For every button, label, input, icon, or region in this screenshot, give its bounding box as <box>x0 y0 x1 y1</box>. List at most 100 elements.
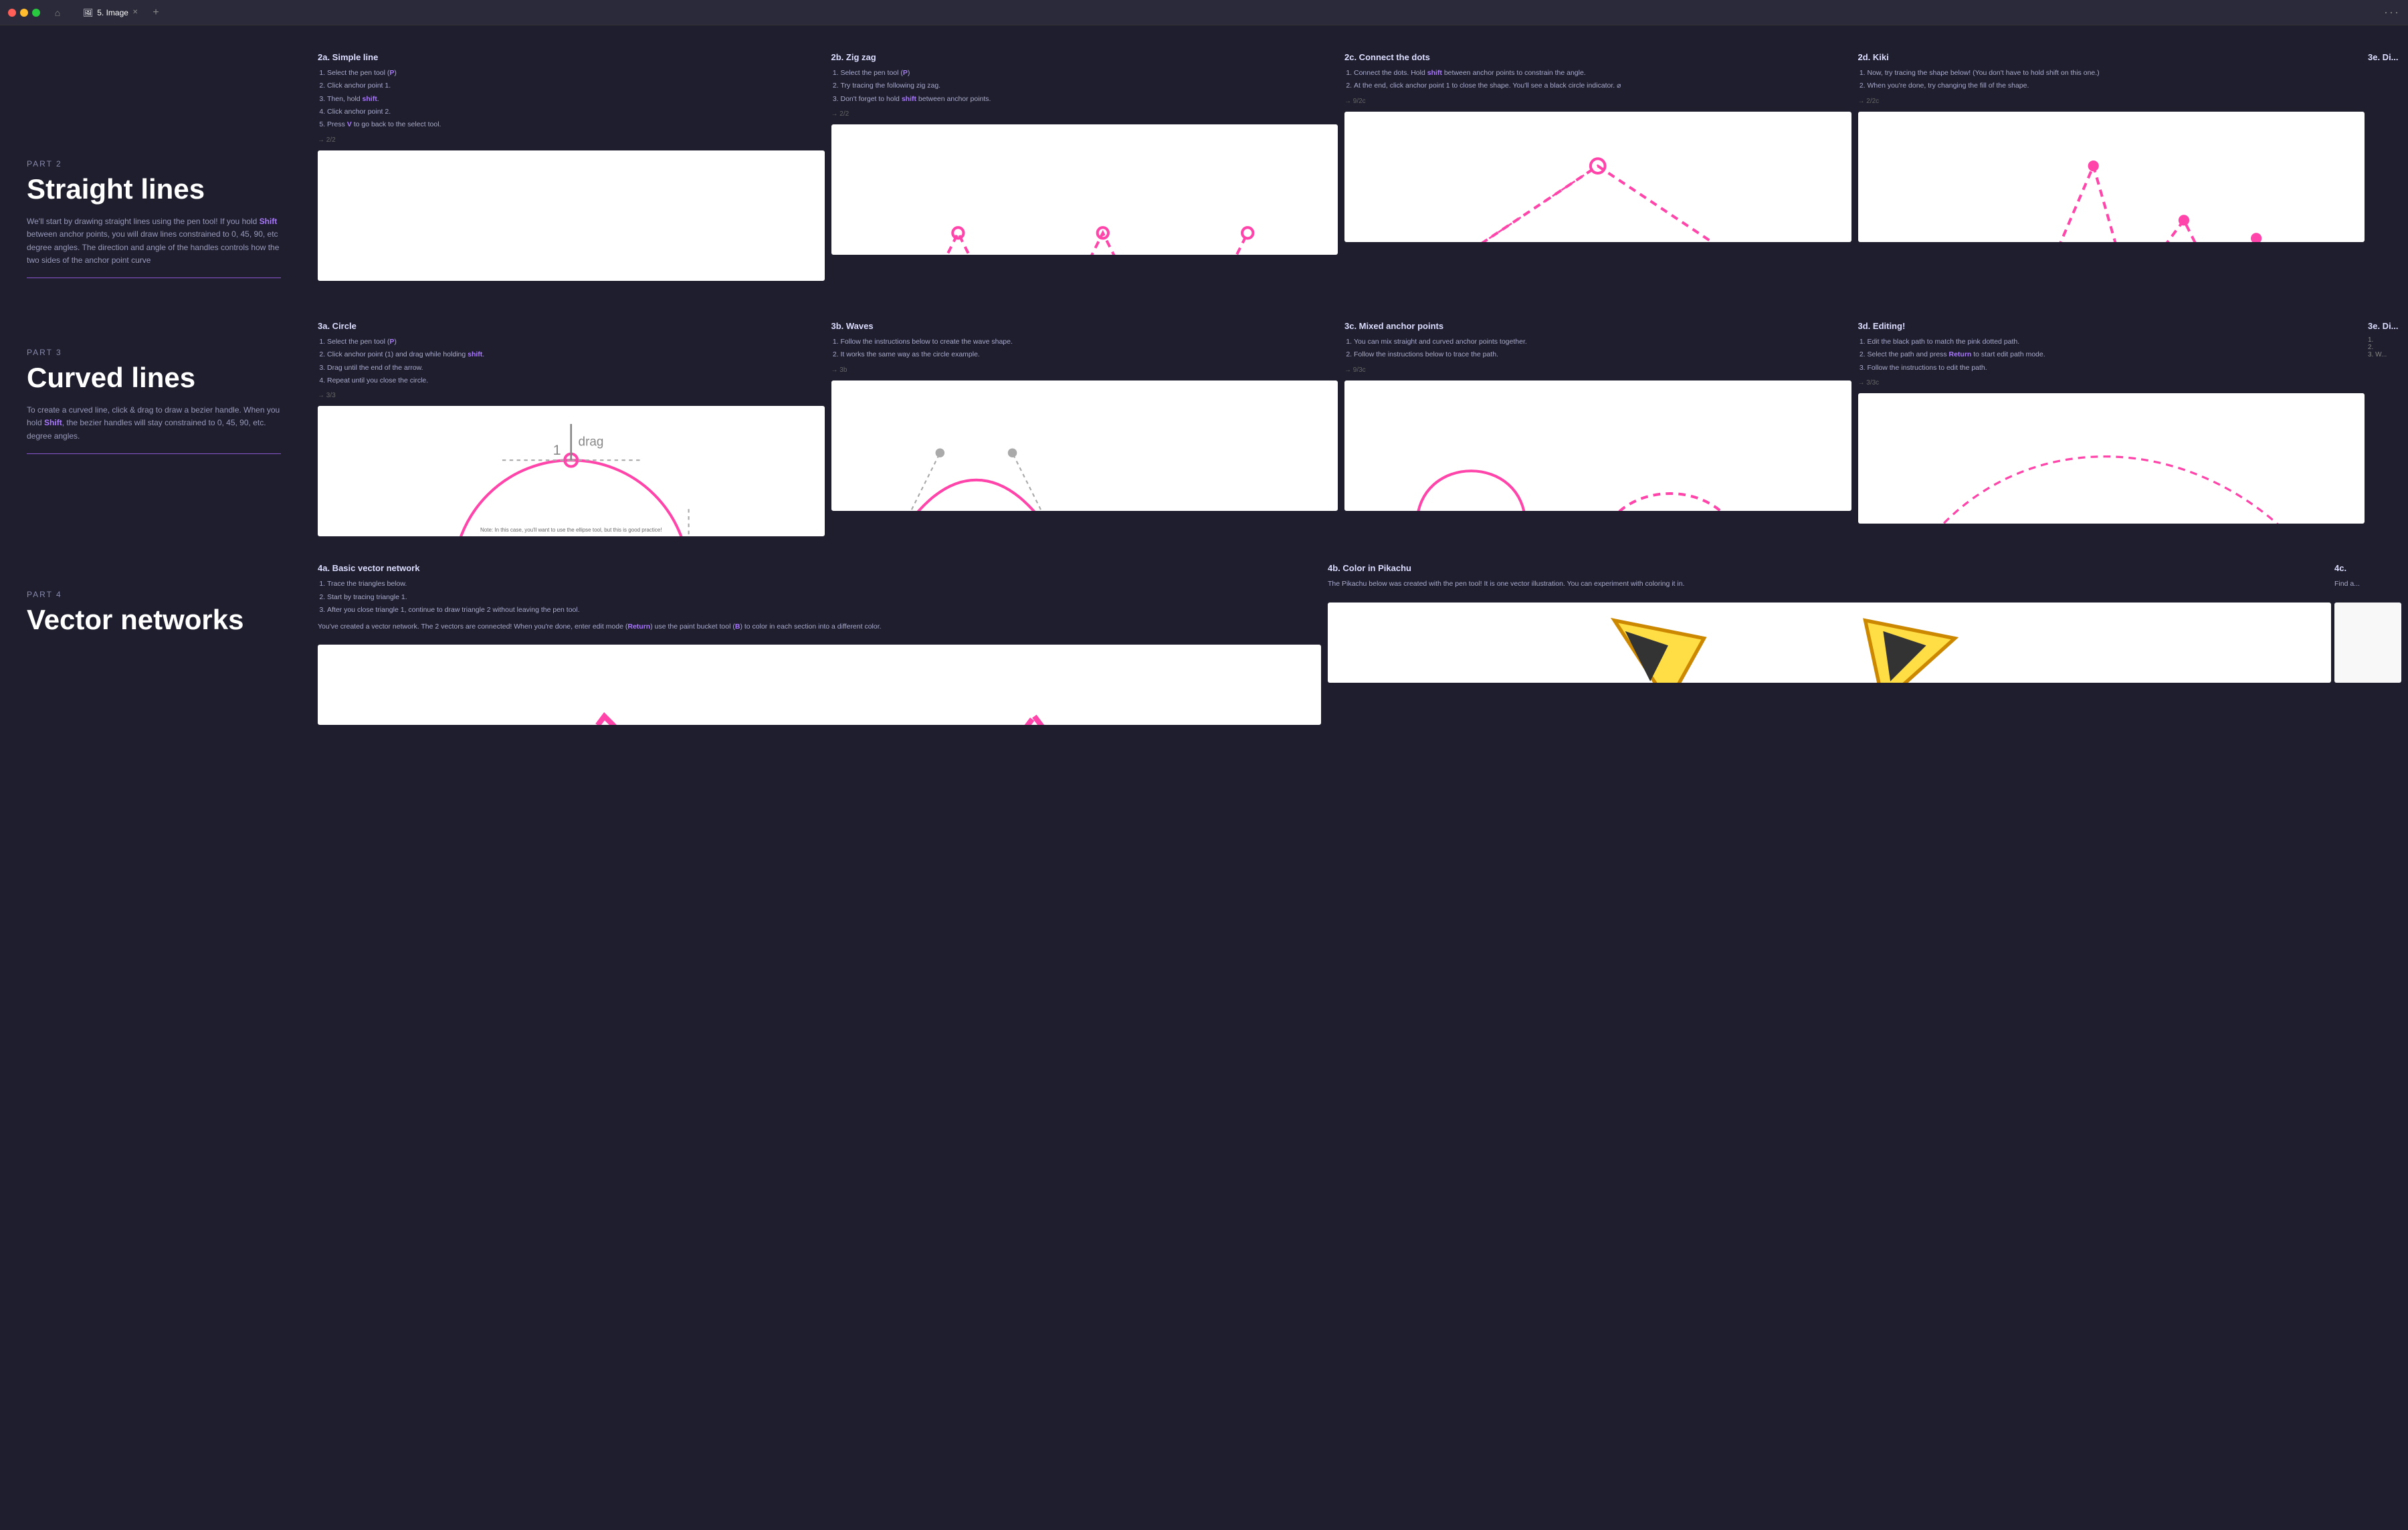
ex-3a-title: 3a. Circle <box>318 321 825 331</box>
ex-3e-title-partial: 3e. Di... <box>2368 52 2401 62</box>
vector-exercises: 4a. Basic vector network Trace the trian… <box>314 550 2401 725</box>
ex-3a-note: → 3/3 <box>318 392 825 399</box>
ex-2a-instructions: Select the pen tool (P) Click anchor poi… <box>318 68 825 131</box>
ex-3a-header: 3a. Circle Select the pen tool (P) Click… <box>318 308 825 406</box>
ex-3d-note: → 3/3c <box>1858 379 2365 387</box>
straight-desc: We'll start by drawing straight lines us… <box>27 215 281 267</box>
ex-2b-note: → 2/2 <box>831 110 1338 118</box>
ex-2d-instructions: Now, try tracing the shape below! (You d… <box>1858 68 2365 92</box>
ex-4b-card <box>1328 603 2331 683</box>
ex-4a-title: 4a. Basic vector network <box>318 563 1321 573</box>
ex-3c-note: → 9/3c <box>1344 366 1851 374</box>
ex-2d-title: 2d. Kiki <box>1858 52 2365 62</box>
tab-icon: 🖼 <box>83 8 93 17</box>
exercise-3c: 3c. Mixed anchor points You can mix stra… <box>1344 308 1851 511</box>
ex-4a-instructions: Trace the triangles below. Start by trac… <box>318 578 1321 616</box>
curved-desc: To create a curved line, click & drag to… <box>27 404 281 443</box>
curved-divider <box>27 453 281 454</box>
ex-4b-header: 4b. Color in Pikachu The Pikachu below w… <box>1328 550 2331 602</box>
close-button[interactable] <box>8 9 16 17</box>
exercise-3a: 3a. Circle Select the pen tool (P) Click… <box>318 308 825 536</box>
ex-3b-note: → 3b <box>831 366 1338 374</box>
ex-2c-header: 2c. Connect the dots Connect the dots. H… <box>1344 39 1851 112</box>
curved-part-label: PART 3 <box>27 348 281 357</box>
shift-key: Shift <box>260 217 278 226</box>
ex-3a-card: drag 1 Note: In this case, you'll want t… <box>318 406 825 536</box>
home-icon[interactable]: ⌂ <box>51 6 64 19</box>
ex-2b-title: 2b. Zig zag <box>831 52 1338 62</box>
straight-sidebar: PART 2 Straight lines We'll start by dra… <box>0 25 308 321</box>
ex-4a-card: 1 2 <box>318 645 1321 725</box>
ex-3c-header: 3c. Mixed anchor points You can mix stra… <box>1344 308 1851 380</box>
ex-3b-title: 3b. Waves <box>831 321 1338 331</box>
ex-2c-card <box>1344 112 1851 242</box>
minimize-button[interactable] <box>20 9 28 17</box>
ex-2d-card <box>1858 112 2365 242</box>
vector-networks-row: PART 4 Vector networks 4a. Basic vector … <box>0 550 2408 752</box>
vector-sidebar: PART 4 Vector networks <box>0 550 308 752</box>
ex-4b-para: The Pikachu below was created with the p… <box>1328 578 2331 590</box>
ex-2c-title: 2c. Connect the dots <box>1344 52 1851 62</box>
curved-content: 3a. Circle Select the pen tool (P) Click… <box>308 308 2408 550</box>
tab-close-icon[interactable]: ✕ <box>132 9 138 16</box>
page-wrapper: PART 2 Straight lines We'll start by dra… <box>0 25 2408 321</box>
exercise-3e-partial-curved: 3e. Di... 1. 2. 3. W... <box>2368 308 2401 365</box>
ex-3a-instructions: Select the pen tool (P) Click anchor poi… <box>318 336 825 387</box>
curved-sidebar: PART 3 Curved lines To create a curved l… <box>0 308 308 550</box>
ex-4c-card <box>2334 603 2401 683</box>
straight-exercises: 2a. Simple line Select the pen tool (P) … <box>314 39 2401 281</box>
ex-3c-title: 3c. Mixed anchor points <box>1344 321 1851 331</box>
new-tab-button[interactable]: + <box>148 5 163 20</box>
ex-3e-header-curved: 3e. Di... 1. 2. 3. W... <box>2368 308 2401 365</box>
ex-3c-card: Click & drag Click (1) Click (2) <box>1344 380 1851 511</box>
ex-2c-instructions: Connect the dots. Hold shift between anc… <box>1344 68 1851 92</box>
ex-3d-title: 3d. Editing! <box>1858 321 2365 331</box>
exercise-4c-partial: 4c. Find a... <box>2334 550 2401 725</box>
exercise-2a: 2a. Simple line Select the pen tool (P) … <box>318 39 825 281</box>
ex-2b-instructions: Select the pen tool (P) Try tracing the … <box>831 68 1338 105</box>
ex-2d-note: → 2/2c <box>1858 98 2365 105</box>
ex-4c-header: 4c. Find a... <box>2334 550 2401 602</box>
vector-part-label: PART 4 <box>27 590 281 599</box>
ex-2a-card: Click Point 1 Click again <box>318 150 825 281</box>
ex-2b-header: 2b. Zig zag Select the pen tool (P) Try … <box>831 39 1338 124</box>
ex-4b-title: 4b. Color in Pikachu <box>1328 563 2331 573</box>
exercise-2d: 2d. Kiki Now, try tracing the shape belo… <box>1858 39 2365 242</box>
maximize-button[interactable] <box>32 9 40 17</box>
active-tab[interactable]: 🖼 5. Image ✕ <box>75 5 146 21</box>
ex-2a-title: 2a. Simple line <box>318 52 825 62</box>
shift-key-2: Shift <box>44 418 62 427</box>
exercise-3e-partial: 3e. Di... <box>2368 39 2401 74</box>
exercise-2c: 2c. Connect the dots Connect the dots. H… <box>1344 39 1851 242</box>
exercise-3b: 3b. Waves Follow the instructions below … <box>831 308 1338 511</box>
browser-chrome: ⌂ 🖼 5. Image ✕ + ··· <box>0 0 2408 25</box>
ex-3e-header-partial: 3e. Di... <box>2368 39 2401 74</box>
straight-part-label: PART 2 <box>27 159 281 169</box>
curved-lines-row: PART 3 Curved lines To create a curved l… <box>0 308 2408 550</box>
svg-text:1: 1 <box>553 441 561 458</box>
exercise-2b: 2b. Zig zag Select the pen tool (P) Try … <box>831 39 1338 255</box>
curved-title: Curved lines <box>27 362 281 393</box>
straight-title: Straight lines <box>27 174 281 205</box>
ex-3d-instructions: Edit the black path to match the pink do… <box>1858 336 2365 374</box>
ex-3b-card: Anchor Anchor Anchor <box>831 380 1338 511</box>
ex-3d-header: 3d. Editing! Edit the black path to matc… <box>1858 308 2365 393</box>
ex-2a-header: 2a. Simple line Select the pen tool (P) … <box>318 39 825 150</box>
ex-3d-card: drag up drag up step right-click <box>1858 393 2365 524</box>
ex-4c-title: 4c. <box>2334 563 2401 573</box>
straight-lines-row: PART 2 Straight lines We'll start by dra… <box>0 25 2408 321</box>
ex-2d-header: 2d. Kiki Now, try tracing the shape belo… <box>1858 39 2365 112</box>
exercise-4a: 4a. Basic vector network Trace the trian… <box>318 550 1321 725</box>
ex-4a-header: 4a. Basic vector network Trace the trian… <box>318 550 1321 645</box>
ex-4a-para: You've created a vector network. The 2 v… <box>318 621 1321 633</box>
straight-content: 2a. Simple line Select the pen tool (P) … <box>308 25 2408 321</box>
ex-3b-instructions: Follow the instructions below to create … <box>831 336 1338 361</box>
vector-content: 4a. Basic vector network Trace the trian… <box>308 550 2408 752</box>
vector-title: Vector networks <box>27 605 281 635</box>
tab-bar: 🖼 5. Image ✕ + <box>75 5 163 21</box>
tab-label: 5. Image <box>97 8 128 17</box>
ex-4c-para: Find a... <box>2334 578 2401 590</box>
browser-menu[interactable]: ··· <box>2384 5 2400 19</box>
traffic-lights <box>8 9 40 17</box>
ex-3c-instructions: You can mix straight and curved anchor p… <box>1344 336 1851 361</box>
